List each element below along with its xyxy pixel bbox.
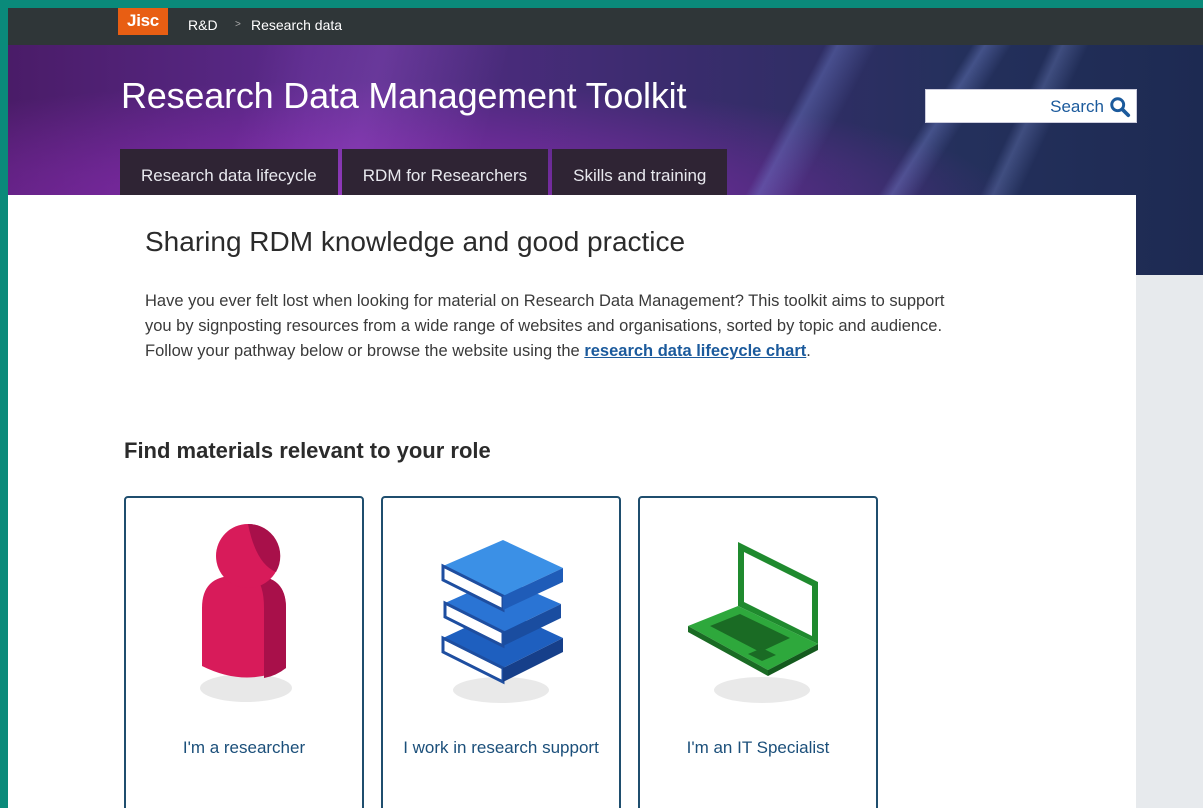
role-card-research-support[interactable]: I work in research support [381, 496, 621, 808]
breadcrumb-research-data[interactable]: Research data [251, 17, 342, 33]
intro-end: . [806, 342, 811, 360]
researcher-person-icon [200, 523, 292, 702]
role-label-researcher: I'm a researcher [182, 738, 306, 757]
site-title[interactable]: Research Data Management Toolkit [121, 75, 686, 117]
breadcrumb-rd[interactable]: R&D [188, 17, 218, 33]
main-content: Sharing RDM knowledge and good practice … [8, 195, 1136, 808]
books-stack-icon [441, 540, 563, 703]
search-placeholder: Search [1050, 97, 1104, 116]
jisc-logo[interactable]: Jisc [118, 8, 168, 35]
top-bar: Jisc R&D > Research data [8, 8, 1203, 45]
role-card-it-specialist[interactable]: I'm an IT Specialist [638, 496, 878, 808]
laptop-icon [688, 542, 818, 703]
roles-heading: Find materials relevant to your role [124, 438, 491, 463]
browser-viewport: Jisc R&D > Research data Research Data M… [8, 8, 1203, 808]
breadcrumb-separator: > [235, 19, 241, 30]
page-heading: Sharing RDM knowledge and good practice [145, 226, 686, 257]
lifecycle-chart-link[interactable]: research data lifecycle chart [584, 342, 806, 360]
role-label-it-specialist: I'm an IT Specialist [686, 738, 830, 757]
search-input[interactable]: Search [925, 89, 1137, 123]
role-card-researcher[interactable]: I'm a researcher [124, 496, 364, 808]
intro-text: Have you ever felt lost when looking for… [145, 292, 945, 360]
role-label-research-support: I work in research support [403, 738, 599, 757]
magnifier-icon[interactable] [1109, 96, 1131, 118]
intro-paragraph: Have you ever felt lost when looking for… [145, 289, 945, 364]
